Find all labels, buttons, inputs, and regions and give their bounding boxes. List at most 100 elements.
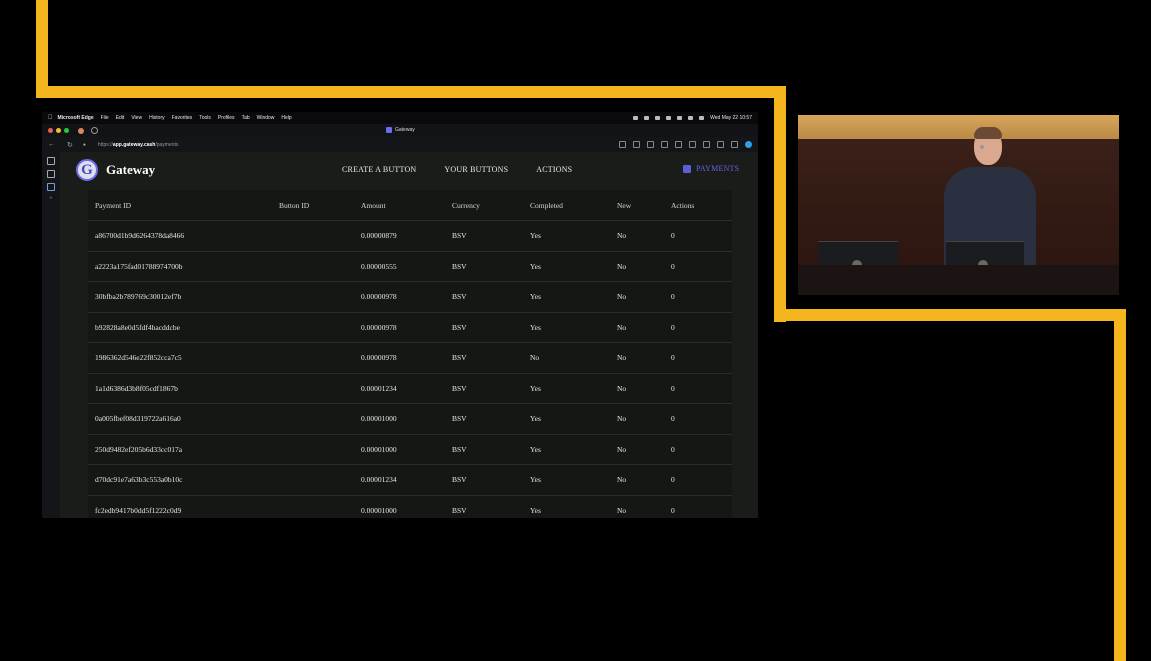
split-screen-icon[interactable] — [675, 141, 682, 148]
nav-payments[interactable]: PAYMENTS — [683, 164, 739, 173]
sidebar-search-icon[interactable] — [47, 170, 55, 178]
nav-create-button[interactable]: CREATE A BUTTON — [342, 165, 416, 174]
zoom-icon[interactable] — [619, 141, 626, 148]
cell-amount: 0.00000978 — [361, 342, 452, 373]
gateway-page: G Gateway CREATE A BUTTON YOUR BUTTONS A… — [60, 152, 758, 518]
refresh-icon[interactable]: ↻ — [67, 141, 73, 149]
cell-payment-id[interactable]: 1a1d6386d3b8f05cdf1867b — [88, 372, 279, 404]
menu-view[interactable]: View — [131, 115, 142, 121]
menu-profiles[interactable]: Profiles — [218, 115, 235, 121]
headset-mic — [980, 145, 984, 149]
read-aloud-icon[interactable] — [633, 141, 640, 148]
cell-actions[interactable]: 0 — [671, 220, 732, 251]
cell-payment-id[interactable]: a86700d1b9d6264378da8466 — [88, 220, 279, 251]
cell-actions[interactable]: 0 — [671, 372, 732, 404]
table-row[interactable]: a2223a175fad01788974700b 0.00000555 BSV Yes… — [88, 250, 732, 282]
menu-tab[interactable]: Tab — [242, 115, 250, 121]
favorites-icon[interactable] — [689, 141, 696, 148]
cell-actions[interactable]: 0 — [671, 250, 732, 282]
cell-actions[interactable]: 0 — [671, 403, 732, 434]
cell-payment-id[interactable]: b92828a8e0d5fdf4bacddcbe — [88, 311, 279, 343]
mac-menubar:  Microsoft Edge File Edit View History … — [42, 112, 758, 124]
edge-copilot-icon[interactable] — [745, 141, 752, 148]
address-bar[interactable]: https://app.gateway.cash/payments — [98, 142, 179, 148]
menu-history[interactable]: History — [149, 115, 165, 121]
cell-actions[interactable]: 0 — [671, 464, 732, 495]
table-row[interactable]: 30bfba2b789769c30012ef7b 0.00000978 BSV Yes… — [88, 281, 732, 312]
refresh-page-icon[interactable] — [661, 141, 668, 148]
cell-completed: Yes — [530, 250, 617, 282]
dropbox-icon[interactable] — [633, 116, 639, 120]
back-arrow-icon[interactable]: ← — [48, 141, 55, 148]
favorite-star-icon[interactable] — [647, 141, 654, 148]
column-header-payment-id[interactable]: Payment ID — [88, 190, 279, 221]
menu-edit[interactable]: Edit — [116, 115, 125, 121]
extensions-icon[interactable] — [717, 141, 724, 148]
nav-actions[interactable]: ACTIONS — [536, 165, 572, 174]
table-row[interactable]: 250d9482ef205b6d33cc017a 0.00001000 BSV Yes… — [88, 433, 732, 465]
sidebar-apps-icon[interactable] — [47, 183, 55, 191]
column-header-new[interactable]: New — [617, 190, 671, 221]
table-row[interactable]: fc2edb9417b0dd5f1222c0d9 0.00001000 BSV Yes… — [88, 494, 732, 518]
cell-actions[interactable]: 0 — [671, 281, 732, 312]
cell-payment-id[interactable]: fc2edb9417b0dd5f1222c0d9 — [88, 494, 279, 518]
apple-icon[interactable]:  — [48, 115, 53, 121]
column-header-amount[interactable]: Amount — [361, 190, 452, 221]
column-header-actions[interactable]: Actions — [671, 190, 732, 221]
gateway-favicon-icon — [386, 127, 392, 133]
stage-backdrop-top — [798, 115, 1119, 139]
tab-gateway[interactable]: Gateway — [386, 127, 415, 133]
cell-button-id — [279, 220, 361, 251]
url-scheme: https:// — [97, 141, 113, 148]
menu-help[interactable]: Help — [281, 115, 291, 121]
cell-payment-id[interactable]: 1986362d546e22f852cca7c5 — [88, 342, 279, 373]
table-row[interactable]: 1a1d6386d3b8f05cdf1867b 0.00001234 BSV Yes N… — [88, 372, 732, 404]
nav-your-buttons[interactable]: YOUR BUTTONS — [444, 165, 508, 174]
menu-file[interactable]: File — [101, 115, 109, 121]
search-icon[interactable] — [688, 116, 694, 120]
sidebar-add-icon[interactable]: + — [48, 196, 54, 202]
menu-favorites[interactable]: Favorites — [172, 115, 193, 121]
profile-avatar[interactable] — [78, 127, 84, 134]
control-center-icon[interactable] — [699, 116, 705, 120]
cell-actions[interactable]: 0 — [671, 494, 732, 518]
table-row[interactable]: d70dc91e7a63b3c553a0b10c 0.00001234 BSV Yes… — [88, 464, 732, 495]
menu-window[interactable]: Window — [257, 115, 275, 121]
menubar-datetime[interactable]: Wed May 22 10:57 — [710, 115, 752, 121]
cell-new: No — [617, 403, 671, 434]
more-icon[interactable] — [731, 141, 738, 148]
table-row[interactable]: 0a005fbef08d319722a616a0 0.00001000 BSV Yes… — [88, 403, 732, 434]
cell-payment-id[interactable]: 250d9482ef205b6d33cc017a — [88, 433, 279, 465]
table-row[interactable]: 1986362d546e22f852cca7c5 0.00000978 BSV No N… — [88, 342, 732, 373]
cell-button-id — [279, 494, 361, 518]
cell-actions[interactable]: 0 — [671, 342, 732, 373]
menu-tools[interactable]: Tools — [199, 115, 211, 121]
cell-actions[interactable]: 0 — [671, 311, 732, 343]
sidebar-tabs-icon[interactable] — [47, 157, 55, 165]
minimize-window-icon[interactable] — [56, 128, 61, 133]
cell-payment-id[interactable]: a2223a175fad01788974700b — [88, 250, 279, 282]
cell-payment-id[interactable]: d70dc91e7a63b3c553a0b10c — [88, 464, 279, 495]
collections-icon[interactable] — [703, 141, 710, 148]
tab-actions-icon[interactable] — [91, 127, 98, 134]
brand-name: Gateway — [106, 162, 156, 177]
cell-new: No — [617, 433, 671, 465]
column-header-button-id[interactable]: Button ID — [279, 190, 361, 221]
cell-payment-id[interactable]: 30bfba2b789769c30012ef7b — [88, 281, 279, 312]
user-icon[interactable] — [644, 116, 650, 120]
maximize-window-icon[interactable] — [64, 128, 69, 133]
close-window-icon[interactable] — [48, 128, 53, 133]
cell-new: No — [617, 372, 671, 404]
cell-payment-id[interactable]: 0a005fbef08d319722a616a0 — [88, 403, 279, 434]
column-header-completed[interactable]: Completed — [530, 190, 617, 221]
brand[interactable]: G Gateway — [76, 159, 155, 181]
battery-icon[interactable] — [677, 116, 683, 120]
wifi-icon[interactable] — [666, 116, 672, 120]
cell-actions[interactable]: 0 — [671, 433, 732, 465]
table-row[interactable]: a86700d1b9d6264378da8466 0.00000879 BSV Yes… — [88, 220, 732, 251]
moon-icon[interactable] — [655, 116, 661, 120]
column-header-currency[interactable]: Currency — [452, 190, 530, 221]
table-row[interactable]: b92828a8e0d5fdf4bacddcbe 0.00000978 BSV Yes… — [88, 311, 732, 343]
menubar-app-name[interactable]: Microsoft Edge — [58, 115, 94, 121]
cell-currency: BSV — [452, 372, 530, 404]
